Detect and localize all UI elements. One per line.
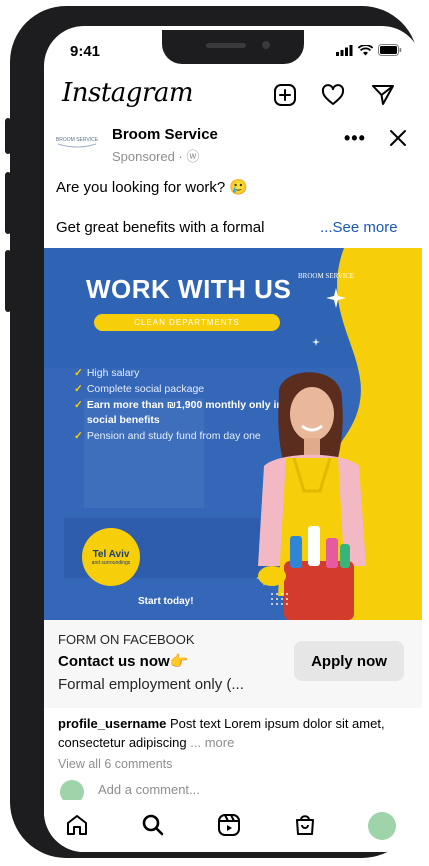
view-all-comments-link[interactable]: View all 6 comments <box>58 757 172 771</box>
cleaner-woman-illustration <box>258 372 366 620</box>
sponsored-label: Sponsored · ⓦ <box>112 149 200 164</box>
speaker <box>206 43 246 48</box>
svg-text:BROOM SERVICE: BROOM SERVICE <box>56 137 99 143</box>
heart-icon[interactable] <box>320 82 346 108</box>
start-today-text: Start today! <box>138 596 194 607</box>
check-icon: ✓ <box>74 383 83 395</box>
search-icon[interactable] <box>140 812 166 838</box>
more-options-icon[interactable]: ••• <box>344 128 366 149</box>
home-icon[interactable] <box>64 812 90 838</box>
close-icon[interactable] <box>386 126 410 150</box>
ad-header: BROOM SERVICE Broom Service Sponsored · … <box>44 122 422 166</box>
cta-subtitle: Formal employment only (... <box>58 676 244 693</box>
ad-text-line-2: Get great benefits with a formal <box>56 219 265 236</box>
front-camera <box>262 41 270 49</box>
see-more-link[interactable]: ...See more <box>320 219 398 236</box>
reels-icon[interactable] <box>216 812 242 838</box>
signal-icon <box>336 44 353 56</box>
advertiser-logo[interactable]: BROOM SERVICE <box>54 130 100 154</box>
instagram-header: Instagram <box>44 72 422 120</box>
creative-pill: CLEAN DEPARTMENTS <box>94 314 280 331</box>
cta-title: Contact us now👉 <box>58 653 189 670</box>
creative-title: WORK WITH US <box>86 274 292 304</box>
sparkle-icon <box>326 288 346 308</box>
lead-form-cta: FORM ON FACEBOOK Contact us now👉 Formal … <box>44 620 422 708</box>
direct-send-icon[interactable] <box>370 82 396 108</box>
caption-more-link[interactable]: ... more <box>190 735 234 750</box>
ad-text-line-1: Are you looking for work? 🥲 <box>56 179 249 196</box>
sparkle-small-icon <box>312 338 320 346</box>
location-sub: and surroundings <box>91 559 131 566</box>
phone-frame: 9:41 Instagram BROOM SERVICE Broom Servi <box>10 6 422 858</box>
broom-logo-icon: BROOM SERVICE <box>56 137 99 148</box>
status-icons <box>336 44 402 56</box>
location-city: Tel Aviv <box>92 548 130 560</box>
apply-now-button[interactable]: Apply now <box>294 641 404 681</box>
instagram-logo[interactable]: Instagram <box>62 78 194 108</box>
location-badge: Tel Aviv and surroundings <box>82 528 140 586</box>
advertiser-name[interactable]: Broom Service <box>112 126 218 143</box>
shop-icon[interactable] <box>292 812 318 838</box>
dots-pattern-icon <box>271 593 288 605</box>
caption-username[interactable]: profile_username <box>58 716 166 731</box>
check-icon: ✓ <box>74 430 83 442</box>
add-comment-input[interactable]: Add a comment... <box>98 782 200 797</box>
cta-label: FORM ON FACEBOOK <box>58 632 195 647</box>
status-time: 9:41 <box>70 43 101 60</box>
phone-screen: 9:41 Instagram BROOM SERVICE Broom Servi <box>44 26 422 852</box>
wifi-icon <box>358 44 373 55</box>
ad-creative-image[interactable]: WORK WITH US BROOM SERVICE CLEAN DEPARTM… <box>44 248 422 620</box>
creative-brand: BROOM SERVICE <box>298 272 355 280</box>
new-post-icon[interactable] <box>272 82 298 108</box>
check-icon: ✓ <box>74 399 83 411</box>
status-bar: 9:41 <box>44 26 422 72</box>
bottom-tab-bar <box>44 800 422 852</box>
notch <box>162 30 304 64</box>
post-caption: profile_username Post text Lorem ipsum d… <box>58 714 414 752</box>
profile-avatar[interactable] <box>368 812 396 840</box>
check-icon: ✓ <box>74 367 83 379</box>
battery-icon <box>378 44 402 56</box>
